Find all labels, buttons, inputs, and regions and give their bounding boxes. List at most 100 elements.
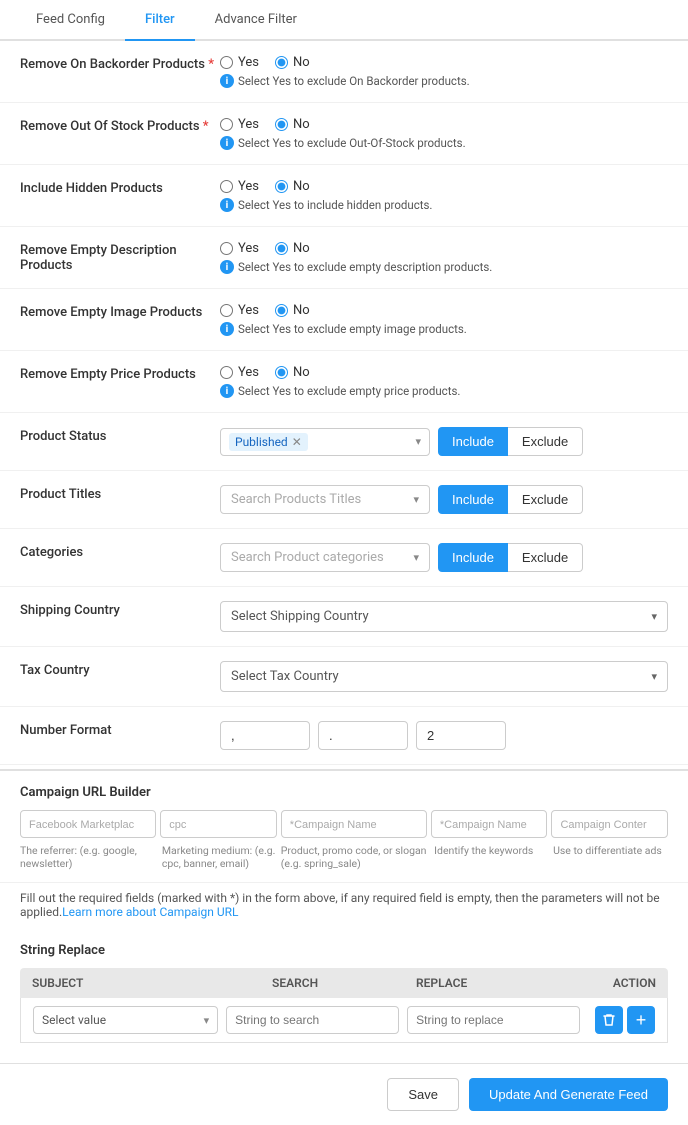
campaign-title: Campaign URL Builder [0, 771, 688, 810]
tab-filter[interactable]: Filter [125, 0, 195, 41]
delete-row-button[interactable] [595, 1006, 623, 1034]
empty-price-label: Remove Empty Price Products [20, 365, 220, 382]
out-of-stock-yes[interactable]: Yes [220, 117, 259, 132]
replace-string-input[interactable] [407, 1006, 580, 1034]
campaign-medium-input[interactable] [160, 810, 277, 838]
number-format-controls [220, 721, 668, 750]
filter-content: Remove On Backorder Products * Yes No i … [0, 41, 688, 1063]
empty-image-row: Remove Empty Image Products Yes No i Sel… [0, 289, 688, 351]
product-status-controls-row: Published ✕ ▾ Include Exclude [220, 427, 668, 456]
update-generate-feed-button[interactable]: Update And Generate Feed [469, 1078, 668, 1111]
empty-price-no[interactable]: No [275, 365, 310, 380]
hint-icon: i [220, 260, 234, 274]
empty-desc-controls: Yes No i Select Yes to exclude empty des… [220, 241, 668, 274]
product-titles-controls: Search Products Titles ▾ Include Exclude [220, 485, 668, 514]
categories-include-button[interactable]: Include [438, 543, 508, 572]
out-of-stock-row: Remove Out Of Stock Products * Yes No i … [0, 103, 688, 165]
backorder-yes[interactable]: Yes [220, 55, 259, 70]
empty-desc-row: Remove Empty Description Products Yes No… [0, 227, 688, 289]
empty-image-yes[interactable]: Yes [220, 303, 259, 318]
string-replace-row: Select value ▾ + [20, 998, 668, 1043]
empty-desc-label: Remove Empty Description Products [20, 241, 220, 273]
chevron-down-icon: ▾ [413, 493, 419, 506]
hidden-label: Include Hidden Products [20, 179, 220, 196]
product-titles-controls-row: Search Products Titles ▾ Include Exclude [220, 485, 668, 514]
out-of-stock-label: Remove Out Of Stock Products * [20, 117, 220, 134]
product-status-exclude-button[interactable]: Exclude [508, 427, 583, 456]
tab-feed-config[interactable]: Feed Config [16, 0, 125, 41]
shipping-country-controls: Select Shipping Country ▾ [220, 601, 668, 632]
categories-row: Categories Search Product categories ▾ I… [0, 529, 688, 587]
empty-price-yes[interactable]: Yes [220, 365, 259, 380]
campaign-name-input[interactable] [281, 810, 427, 838]
empty-image-hint: i Select Yes to exclude empty image prod… [220, 322, 668, 336]
backorder-no[interactable]: No [275, 55, 310, 70]
product-titles-include-button[interactable]: Include [438, 485, 508, 514]
save-button[interactable]: Save [387, 1078, 459, 1111]
product-titles-select[interactable]: Search Products Titles ▾ [220, 485, 430, 514]
campaign-content-input[interactable] [551, 810, 668, 838]
page-wrapper: Feed Config Filter Advance Filter Remove… [0, 0, 688, 1125]
empty-image-no[interactable]: No [275, 303, 310, 318]
campaign-content-hint: Use to differentiate ads [553, 844, 668, 870]
empty-image-label: Remove Empty Image Products [20, 303, 220, 320]
categories-exclude-button[interactable]: Exclude [508, 543, 583, 572]
product-status-controls: Published ✕ ▾ Include Exclude [220, 427, 668, 456]
empty-image-controls: Yes No i Select Yes to exclude empty ima… [220, 303, 668, 336]
thousands-separator-input[interactable] [220, 721, 310, 750]
hidden-controls: Yes No i Select Yes to include hidden pr… [220, 179, 668, 212]
decimal-separator-input[interactable] [318, 721, 408, 750]
chevron-down-icon: ▾ [651, 670, 657, 683]
precision-input[interactable] [416, 721, 506, 750]
product-titles-row: Product Titles Search Products Titles ▾ … [0, 471, 688, 529]
hidden-no[interactable]: No [275, 179, 310, 194]
number-format-row: Number Format [0, 707, 688, 765]
product-status-include-exclude: Include Exclude [438, 427, 583, 456]
campaign-term-hint: Identify the keywords [434, 844, 549, 870]
categories-include-exclude: Include Exclude [438, 543, 583, 572]
categories-controls-row: Search Product categories ▾ Include Excl… [220, 543, 668, 572]
tax-country-label: Tax Country [20, 661, 220, 678]
hidden-yes[interactable]: Yes [220, 179, 259, 194]
learn-more-link[interactable]: Learn more about Campaign URL [62, 905, 238, 919]
out-of-stock-no[interactable]: No [275, 117, 310, 132]
categories-select[interactable]: Search Product categories ▾ [220, 543, 430, 572]
campaign-term-input[interactable] [431, 810, 548, 838]
col-replace: REPLACE [416, 976, 560, 990]
subject-select[interactable]: Select value ▾ [33, 1006, 218, 1034]
campaign-hints: The referrer: (e.g. google, newsletter) … [0, 844, 688, 882]
empty-desc-no[interactable]: No [275, 241, 310, 256]
product-status-label: Product Status [20, 427, 220, 444]
out-of-stock-hint: i Select Yes to exclude Out-Of-Stock pro… [220, 136, 668, 150]
col-search: SEARCH [272, 976, 416, 990]
tab-advance-filter[interactable]: Advance Filter [195, 0, 317, 41]
product-titles-exclude-button[interactable]: Exclude [508, 485, 583, 514]
campaign-inputs [0, 810, 688, 844]
hidden-row: Include Hidden Products Yes No i Select … [0, 165, 688, 227]
campaign-info: Fill out the required fields (marked wit… [0, 882, 688, 933]
footer: Save Update And Generate Feed [0, 1063, 688, 1125]
number-format-inputs [220, 721, 668, 750]
col-action: ACTION [560, 976, 656, 990]
hint-icon: i [220, 74, 234, 88]
product-status-select[interactable]: Published ✕ ▾ [220, 428, 430, 456]
shipping-country-row: Shipping Country Select Shipping Country… [0, 587, 688, 647]
empty-desc-yes[interactable]: Yes [220, 241, 259, 256]
hint-icon: i [220, 322, 234, 336]
tax-country-select[interactable]: Select Tax Country ▾ [220, 661, 668, 692]
tax-country-controls: Select Tax Country ▾ [220, 661, 668, 692]
chevron-down-icon: ▾ [204, 1014, 210, 1027]
tax-country-row: Tax Country Select Tax Country ▾ [0, 647, 688, 707]
shipping-country-select[interactable]: Select Shipping Country ▾ [220, 601, 668, 632]
categories-label: Categories [20, 543, 220, 560]
product-status-include-button[interactable]: Include [438, 427, 508, 456]
campaign-source-hint: The referrer: (e.g. google, newsletter) [20, 844, 158, 870]
add-row-button[interactable]: + [627, 1006, 655, 1034]
hidden-radio-group: Yes No [220, 179, 668, 194]
campaign-source-input[interactable] [20, 810, 156, 838]
tag-close-icon[interactable]: ✕ [292, 435, 302, 449]
out-of-stock-controls: Yes No i Select Yes to exclude Out-Of-St… [220, 117, 668, 150]
search-string-input[interactable] [226, 1006, 399, 1034]
empty-price-hint: i Select Yes to exclude empty price prod… [220, 384, 668, 398]
out-of-stock-radio-group: Yes No [220, 117, 668, 132]
